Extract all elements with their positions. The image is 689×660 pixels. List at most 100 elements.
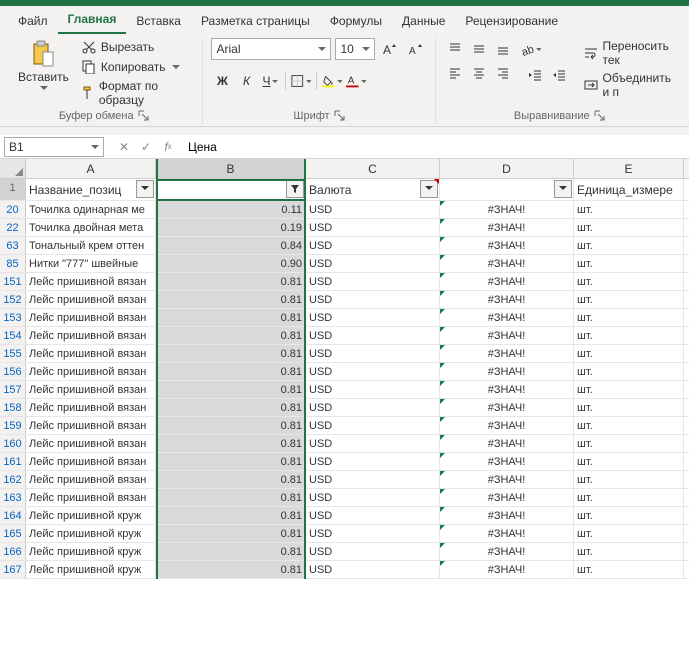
cell[interactable]: USD	[306, 273, 440, 290]
cut-button[interactable]: Вырезать	[79, 38, 195, 56]
increase-indent-button[interactable]	[548, 64, 570, 86]
row-header[interactable]: 162	[0, 471, 26, 488]
cell[interactable]: 0.81	[156, 507, 306, 524]
cell[interactable]: #ЗНАЧ!	[440, 525, 574, 542]
table-row[interactable]: 167Лейс пришивной круж0.81USD#ЗНАЧ!шт.	[0, 561, 689, 579]
cell[interactable]: шт.	[574, 309, 684, 326]
cell[interactable]: #ЗНАЧ!	[440, 273, 574, 290]
cell[interactable]: шт.	[574, 219, 684, 236]
cell[interactable]: шт.	[574, 435, 684, 452]
filter-button[interactable]	[136, 180, 154, 198]
row-header[interactable]: 164	[0, 507, 26, 524]
table-row[interactable]: 63Тональный крем оттен0.84USD#ЗНАЧ!шт.	[0, 237, 689, 255]
cell[interactable]: USD	[306, 489, 440, 506]
cell[interactable]: 0.81	[156, 417, 306, 434]
row-header[interactable]: 153	[0, 309, 26, 326]
cell[interactable]: шт.	[574, 417, 684, 434]
row-header[interactable]: 161	[0, 453, 26, 470]
header-cell-c[interactable]: Валюта	[306, 179, 440, 200]
align-top-button[interactable]	[444, 38, 466, 60]
tab-файл[interactable]: Файл	[8, 10, 58, 34]
cell[interactable]: Тональный крем оттен	[26, 237, 156, 254]
table-row[interactable]: 158Лейс пришивной вязан0.81USD#ЗНАЧ!шт.	[0, 399, 689, 417]
dialog-launcher-icon[interactable]	[138, 110, 150, 122]
cell[interactable]: 0.81	[156, 561, 306, 578]
table-row[interactable]: 1Название_позицЦеВалютаЕдиница_измере	[0, 179, 689, 201]
row-header[interactable]: 155	[0, 345, 26, 362]
table-row[interactable]: 157Лейс пришивной вязан0.81USD#ЗНАЧ!шт.	[0, 381, 689, 399]
cell[interactable]: 0.90	[156, 255, 306, 272]
font-color-button[interactable]: A	[345, 70, 367, 92]
cell[interactable]: Лейс пришивной вязан	[26, 381, 156, 398]
row-header[interactable]: 158	[0, 399, 26, 416]
table-row[interactable]: 162Лейс пришивной вязан0.81USD#ЗНАЧ!шт.	[0, 471, 689, 489]
cell[interactable]: 0.84	[156, 237, 306, 254]
name-box[interactable]: B1	[4, 137, 104, 157]
cell[interactable]: Лейс пришивной круж	[26, 543, 156, 560]
cell[interactable]: USD	[306, 561, 440, 578]
table-row[interactable]: 156Лейс пришивной вязан0.81USD#ЗНАЧ!шт.	[0, 363, 689, 381]
cell[interactable]: #ЗНАЧ!	[440, 399, 574, 416]
align-center-button[interactable]	[468, 62, 490, 84]
bold-button[interactable]: Ж	[211, 70, 233, 92]
cell[interactable]: Лейс пришивной вязан	[26, 435, 156, 452]
cell[interactable]: Лейс пришивной круж	[26, 561, 156, 578]
table-row[interactable]: 154Лейс пришивной вязан0.81USD#ЗНАЧ!шт.	[0, 327, 689, 345]
paste-button[interactable]: Вставить	[14, 38, 73, 92]
table-row[interactable]: 22Точилка двойная мета0.19USD#ЗНАЧ!шт.	[0, 219, 689, 237]
cancel-formula-button[interactable]: ✕	[114, 137, 134, 157]
cell[interactable]: шт.	[574, 399, 684, 416]
cell[interactable]: #ЗНАЧ!	[440, 345, 574, 362]
cell[interactable]: 0.81	[156, 363, 306, 380]
cell[interactable]: Лейс пришивной вязан	[26, 273, 156, 290]
cell[interactable]: USD	[306, 525, 440, 542]
header-cell-d[interactable]	[440, 179, 574, 200]
row-header[interactable]: 156	[0, 363, 26, 380]
cell[interactable]: 0.81	[156, 273, 306, 290]
table-row[interactable]: 160Лейс пришивной вязан0.81USD#ЗНАЧ!шт.	[0, 435, 689, 453]
font-name-select[interactable]: Arial	[211, 38, 331, 60]
borders-button[interactable]	[290, 70, 312, 92]
col-header-c[interactable]: C	[306, 159, 440, 178]
cell[interactable]: USD	[306, 309, 440, 326]
table-row[interactable]: 159Лейс пришивной вязан0.81USD#ЗНАЧ!шт.	[0, 417, 689, 435]
tab-формулы[interactable]: Формулы	[320, 10, 392, 34]
table-row[interactable]: 165Лейс пришивной круж0.81USD#ЗНАЧ!шт.	[0, 525, 689, 543]
cell[interactable]: USD	[306, 453, 440, 470]
tab-рецензирование[interactable]: Рецензирование	[455, 10, 568, 34]
cell[interactable]: #ЗНАЧ!	[440, 435, 574, 452]
cell[interactable]: #ЗНАЧ!	[440, 327, 574, 344]
wrap-text-button[interactable]: Переносить тек	[582, 38, 675, 68]
formula-input[interactable]	[184, 140, 689, 154]
cell[interactable]: USD	[306, 471, 440, 488]
row-header[interactable]: 85	[0, 255, 26, 272]
cell[interactable]: #ЗНАЧ!	[440, 453, 574, 470]
cell[interactable]: #ЗНАЧ!	[440, 507, 574, 524]
cell[interactable]: шт.	[574, 255, 684, 272]
cell[interactable]: USD	[306, 219, 440, 236]
cell[interactable]: #ЗНАЧ!	[440, 543, 574, 560]
col-header-a[interactable]: A	[26, 159, 156, 178]
cell[interactable]: шт.	[574, 543, 684, 560]
cell[interactable]: Точилка двойная мета	[26, 219, 156, 236]
cell[interactable]: шт.	[574, 291, 684, 308]
cell[interactable]: шт.	[574, 453, 684, 470]
align-left-button[interactable]	[444, 62, 466, 84]
cell[interactable]: USD	[306, 255, 440, 272]
cell[interactable]: шт.	[574, 273, 684, 290]
row-header[interactable]: 166	[0, 543, 26, 560]
cell[interactable]: #ЗНАЧ!	[440, 291, 574, 308]
cell[interactable]: Лейс пришивной вязан	[26, 345, 156, 362]
row-header[interactable]: 163	[0, 489, 26, 506]
align-middle-button[interactable]	[468, 38, 490, 60]
cell[interactable]: 0.11	[156, 201, 306, 218]
col-header-d[interactable]: D	[440, 159, 574, 178]
row-header[interactable]: 152	[0, 291, 26, 308]
cell[interactable]: Лейс пришивной вязан	[26, 489, 156, 506]
header-cell-e[interactable]: Единица_измере	[574, 179, 684, 200]
tab-главная[interactable]: Главная	[58, 8, 127, 34]
dialog-launcher-icon[interactable]	[334, 110, 346, 122]
cell[interactable]: #ЗНАЧ!	[440, 309, 574, 326]
cell[interactable]: Лейс пришивной вязан	[26, 471, 156, 488]
cell[interactable]: Лейс пришивной вязан	[26, 291, 156, 308]
